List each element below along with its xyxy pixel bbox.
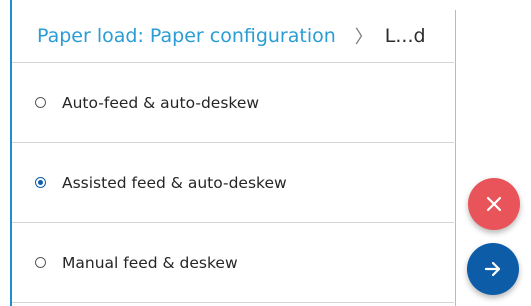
breadcrumb-current: L...d [384, 25, 426, 47]
option-label: Manual feed & deskew [62, 253, 238, 272]
options-panel: Paper load: Paper configuration 〉 L...d … [12, 10, 456, 306]
next-button[interactable] [467, 243, 519, 295]
left-frame-border [0, 0, 12, 306]
breadcrumb-separator-icon: 〉 [354, 27, 373, 48]
option-manual-feed[interactable]: Manual feed & deskew [12, 223, 454, 303]
option-label: Auto-feed & auto-deskew [62, 93, 260, 112]
option-assisted-feed[interactable]: Assisted feed & auto-deskew [12, 143, 454, 223]
paper-configuration-screen: Paper load: Paper configuration 〉 L...d … [0, 0, 531, 306]
arrow-right-icon [484, 261, 501, 277]
radio-manual-feed[interactable] [35, 257, 46, 268]
radio-auto-feed[interactable] [35, 97, 46, 108]
option-auto-feed[interactable]: Auto-feed & auto-deskew [12, 63, 454, 143]
radio-assisted-feed[interactable] [35, 177, 46, 188]
option-label: Assisted feed & auto-deskew [62, 173, 287, 192]
close-icon [486, 196, 502, 212]
cancel-button[interactable] [468, 178, 520, 230]
breadcrumb-link[interactable]: Paper load: Paper configuration [37, 25, 336, 47]
breadcrumb: Paper load: Paper configuration 〉 L...d [12, 10, 454, 63]
